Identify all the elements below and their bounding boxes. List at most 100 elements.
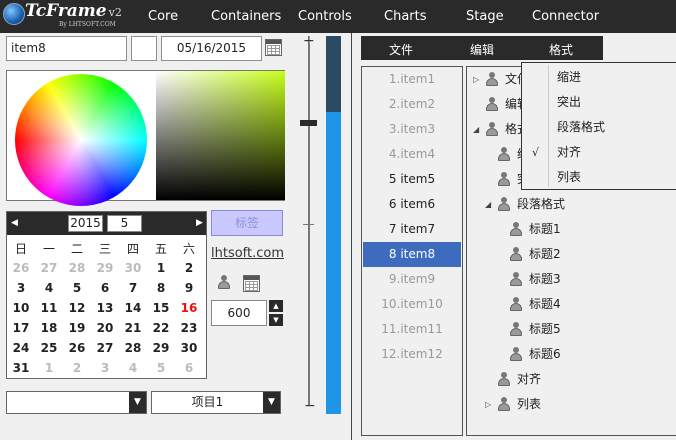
dropdown-menu-item[interactable]: 缩进 [522, 65, 676, 90]
color-picker[interactable] [6, 70, 285, 206]
prev-month-icon[interactable]: ◀ [11, 218, 18, 228]
chevron-down-icon[interactable]: ▼ [263, 392, 280, 413]
calendar-day[interactable]: 18 [35, 321, 63, 335]
list-box[interactable]: 1.item1 2.item2 3.item3 4.item4 5 item5 6 ite… [361, 66, 463, 436]
small-input[interactable] [131, 36, 157, 61]
calendar-day[interactable]: 14 [119, 301, 147, 315]
nav-connector[interactable]: Connector [532, 9, 599, 24]
expand-icon[interactable]: ▷ [485, 392, 491, 417]
list-item[interactable]: 2.item2 [363, 92, 461, 117]
nav-charts[interactable]: Charts [384, 9, 427, 24]
list-item[interactable]: 9.item9 [363, 267, 461, 292]
label-button[interactable]: 标签 [211, 210, 283, 236]
list-item[interactable]: 6 item6 [363, 192, 461, 217]
calendar-day[interactable]: 24 [7, 341, 35, 355]
calendar-day[interactable]: 1 [147, 261, 175, 275]
calendar-day[interactable]: 8 [147, 281, 175, 295]
number-spinner[interactable]: 600 [211, 300, 267, 326]
nav-core[interactable]: Core [148, 9, 178, 24]
calendar-day[interactable]: 12 [63, 301, 91, 315]
calendar-day[interactable]: 4 [35, 281, 63, 295]
calendar-day[interactable]: 27 [35, 261, 63, 275]
dropdown-menu-item[interactable]: 列表 [522, 165, 676, 190]
calendar-day[interactable]: 20 [91, 321, 119, 335]
slider-thumb[interactable] [300, 120, 317, 126]
calendar-day[interactable]: 7 [119, 281, 147, 295]
month-input[interactable]: 5 [107, 215, 142, 232]
calendar-day[interactable]: 5 [63, 281, 91, 295]
dropdown-menu-item[interactable]: 突出 [522, 90, 676, 115]
chevron-down-icon[interactable]: ▼ [129, 392, 146, 413]
date-input[interactable]: 05/16/2015 [161, 36, 262, 61]
calendar-day[interactable]: 6 [91, 281, 119, 295]
calendar-day[interactable]: 17 [7, 321, 35, 335]
calendar-day[interactable]: 21 [119, 321, 147, 335]
spinner-up-icon[interactable]: ▲ [269, 300, 283, 312]
dropdown-menu-item[interactable]: 段落格式 [522, 115, 676, 140]
list-item[interactable]: 7 item7 [363, 217, 461, 242]
nav-stage[interactable]: Stage [466, 9, 504, 24]
calendar-day[interactable]: 3 [91, 361, 119, 375]
lhtsoft-link[interactable]: lhtsoft.com [211, 246, 284, 261]
next-month-icon[interactable]: ▶ [196, 218, 203, 228]
color-wheel[interactable] [11, 74, 151, 206]
year-input[interactable]: 2015 [68, 215, 103, 232]
calendar-day[interactable]: 26 [63, 341, 91, 355]
calendar-day[interactable]: 4 [119, 361, 147, 375]
calendar-day[interactable]: 6 [175, 361, 203, 375]
list-item[interactable]: 11.item11 [363, 317, 461, 342]
calendar-day[interactable]: 2 [175, 261, 203, 275]
nav-containers[interactable]: Containers [211, 9, 281, 24]
user-icon [497, 147, 511, 161]
calendar-day[interactable]: 31 [7, 361, 35, 375]
calendar-day[interactable]: 27 [91, 341, 119, 355]
calendar-day[interactable]: 30 [175, 341, 203, 355]
logo[interactable]: TcFrame v2 By LHTSOFT.COM [3, 1, 133, 31]
calendar-icon[interactable] [265, 39, 282, 56]
list-item[interactable]: 3.item3 [363, 117, 461, 142]
menu-edit[interactable]: 编辑 [470, 41, 494, 58]
menu-file[interactable]: 文件 [389, 41, 413, 58]
calendar-day[interactable]: 29 [147, 341, 175, 355]
dropdown-menu-item[interactable]: √ 对齐 [522, 140, 676, 165]
calendar-day[interactable]: 11 [35, 301, 63, 315]
calendar-day[interactable]: 25 [35, 341, 63, 355]
calendar-day[interactable]: 13 [91, 301, 119, 315]
calendar-day[interactable]: 28 [63, 261, 91, 275]
calendar-day[interactable]: 29 [91, 261, 119, 275]
calendar-day[interactable]: 10 [7, 301, 35, 315]
splitter[interactable] [351, 33, 352, 440]
calendar-day[interactable]: 2 [63, 361, 91, 375]
list-item[interactable]: 12.item12 [363, 342, 461, 367]
text-input[interactable]: item8 [6, 36, 127, 61]
calendar-day[interactable]: 5 [147, 361, 175, 375]
user-icon[interactable] [217, 275, 231, 289]
menu-format[interactable]: 格式 [549, 41, 573, 58]
calendar-day[interactable]: 9 [175, 281, 203, 295]
saturation-value-square[interactable] [156, 71, 285, 200]
calendar-day[interactable]: 16 [175, 301, 203, 315]
expand-icon[interactable]: ▷ [473, 67, 479, 92]
calendar-day[interactable]: 26 [7, 261, 35, 275]
list-item[interactable]: 1.item1 [363, 67, 461, 92]
calendar-day[interactable]: 30 [119, 261, 147, 275]
calendar-icon[interactable] [243, 275, 260, 292]
calendar-day[interactable]: 3 [7, 281, 35, 295]
calendar-day[interactable]: 1 [35, 361, 63, 375]
calendar-day[interactable]: 23 [175, 321, 203, 335]
combo-box-1[interactable]: ▼ [6, 391, 147, 414]
calendar-day[interactable]: 15 [147, 301, 175, 315]
spinner-down-icon[interactable]: ▼ [269, 314, 283, 326]
list-item[interactable]: 5 item5 [363, 167, 461, 192]
zoom-out-icon[interactable]: − [304, 398, 316, 414]
calendar-day[interactable]: 19 [63, 321, 91, 335]
combo-box-2[interactable]: 项目1 ▼ [151, 391, 281, 414]
calendar-day[interactable]: 22 [147, 321, 175, 335]
list-item[interactable]: 8 item8 [363, 242, 461, 267]
list-item[interactable]: 10.item10 [363, 292, 461, 317]
collapse-icon[interactable]: ◢ [473, 117, 479, 142]
list-item[interactable]: 4.item4 [363, 142, 461, 167]
calendar-day[interactable]: 28 [119, 341, 147, 355]
collapse-icon[interactable]: ◢ [485, 192, 491, 217]
nav-controls[interactable]: Controls [298, 9, 352, 24]
